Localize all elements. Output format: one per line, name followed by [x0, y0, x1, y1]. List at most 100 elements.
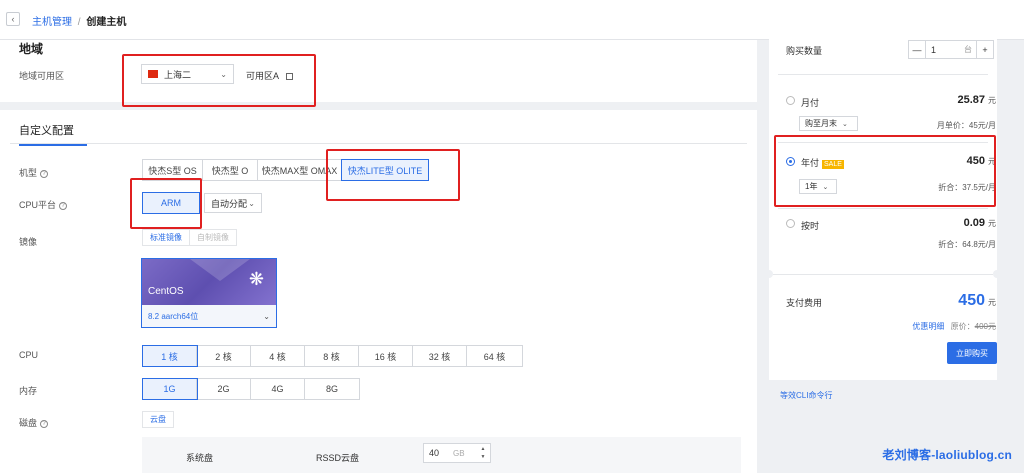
memory-option-2g[interactable]: 2G: [197, 379, 251, 399]
disk-label: 磁盘?: [19, 416, 49, 429]
watermark: 老刘博客-laoliublog.cn: [882, 448, 1012, 462]
stepper-arrows-icon[interactable]: ▲ ▼: [477, 445, 489, 461]
tab-standard-image[interactable]: 标准镜像: [143, 230, 190, 245]
pay-price-value: 450: [958, 292, 985, 309]
centos-logo-icon: ❋: [248, 269, 264, 289]
cpu-alloc-select[interactable]: 自动分配 ⌄: [204, 193, 262, 213]
monthly-price-unit: 元: [988, 96, 996, 105]
chevron-down-icon: ⌄: [248, 198, 255, 208]
panel-notch-right: [993, 270, 1001, 278]
memory-option-4g[interactable]: 4G: [251, 379, 305, 399]
help-icon[interactable]: ?: [40, 419, 49, 428]
os-banner: CentOS ❋: [142, 259, 276, 305]
cpu-option-1[interactable]: 1 核: [142, 345, 198, 367]
disk-label-text: 磁盘: [19, 418, 38, 428]
help-icon[interactable]: ?: [40, 169, 49, 178]
cli-command-link[interactable]: 等效CLI命令行: [780, 390, 832, 401]
qty-stepper: — 1 台 +: [908, 40, 994, 59]
pay-price-unit: 元: [988, 298, 996, 307]
cpu-option-8[interactable]: 8 核: [305, 346, 359, 366]
dashed-divider: [773, 274, 993, 275]
model-option-o[interactable]: 快杰型 O: [203, 160, 258, 180]
cpu-option-2[interactable]: 2 核: [197, 346, 251, 366]
cpu-option-4[interactable]: 4 核: [251, 346, 305, 366]
highlight-box-region: [122, 54, 316, 107]
discount-detail-link[interactable]: 优惠明细: [912, 322, 944, 331]
highlight-box-yearly: [774, 135, 996, 207]
memory-option-1g[interactable]: 1G: [142, 378, 198, 400]
cpu-label: CPU: [19, 350, 39, 360]
cpu-alloc-value: 自动分配: [211, 198, 248, 209]
divider: [778, 208, 988, 209]
panel-notch-left: [765, 270, 773, 278]
cpu-platform-label: CPU平台?: [19, 198, 68, 211]
radio-hourly[interactable]: [786, 219, 795, 228]
cpu-option-16[interactable]: 16 核: [359, 346, 413, 366]
pay-price: 450 元: [958, 292, 996, 310]
qty-minus-button[interactable]: —: [908, 40, 926, 59]
region-title: 地域: [19, 42, 44, 56]
qty-plus-button[interactable]: +: [976, 40, 994, 59]
help-icon[interactable]: ?: [59, 201, 68, 210]
cpu-platform-label-text: CPU平台: [19, 200, 57, 210]
model-option-os[interactable]: 快杰S型 OS: [143, 160, 203, 180]
breadcrumb-host-management[interactable]: 主机管理: [32, 17, 72, 28]
original-price: 原价：400元: [951, 322, 996, 331]
banner-decoration: [190, 259, 250, 281]
pay-label: 支付费用: [786, 298, 823, 308]
disk-type[interactable]: RSSD云盘: [316, 451, 359, 464]
memory-option-8g[interactable]: 8G: [305, 379, 359, 399]
os-version-select[interactable]: 8.2 aarch64位 ⌄: [142, 305, 276, 327]
model-label: 机型?: [19, 166, 49, 179]
qty-unit: 台: [964, 45, 972, 54]
memory-label: 内存: [19, 386, 38, 396]
os-image-card[interactable]: CentOS ❋ 8.2 aarch64位 ⌄: [141, 258, 277, 328]
model-option-olite[interactable]: 快杰LITE型 OLITE: [341, 159, 429, 181]
tab-cloud-disk[interactable]: 云盘: [143, 412, 173, 427]
os-version: 8.2 aarch64位: [148, 311, 199, 321]
disk-size-stepper[interactable]: 40 GB ▲ ▼: [423, 443, 491, 463]
qty-value: 1: [931, 44, 937, 55]
monthly-period-select[interactable]: 购至月末 ⌄: [799, 116, 858, 131]
hourly-price-value: 0.09: [963, 217, 985, 229]
region-zone-label: 地域可用区: [19, 71, 65, 81]
hourly-price-unit: 元: [988, 219, 996, 228]
buy-now-button[interactable]: 立即购买: [947, 342, 997, 364]
radio-monthly[interactable]: [786, 96, 795, 105]
plan-hourly-label: 按时: [801, 221, 820, 231]
chevron-left-icon[interactable]: ‹: [6, 12, 20, 26]
monthly-price-value: 25.87: [957, 94, 985, 106]
chevron-down-icon: ⌄: [263, 311, 270, 321]
pay-links: 优惠明细 原价：400元: [912, 321, 996, 332]
chevron-down-icon: ⌄: [842, 120, 848, 128]
region-card: 地域 地域可用区 上海二 ⌄ 可用区A: [0, 40, 757, 102]
monthly-period: 购至月末: [805, 119, 837, 128]
breadcrumb-separator: /: [77, 17, 81, 28]
cpu-option-32[interactable]: 32 核: [413, 346, 467, 366]
system-disk-label: 系统盘: [186, 453, 214, 463]
breadcrumb: 主机管理 / 创建主机: [32, 13, 126, 28]
os-name: CentOS: [148, 286, 184, 297]
image-tabs: 标准镜像 自制镜像: [142, 229, 237, 246]
disk-size-value: 40: [429, 448, 440, 458]
tab-divider: [10, 143, 747, 144]
image-label: 镜像: [19, 237, 38, 247]
hourly-price: 0.09 元: [964, 217, 996, 229]
memory-selector: 1G 2G 4G 8G: [142, 378, 360, 400]
cpu-selector: 1 核 2 核 4 核 8 核 16 核 32 核 64 核: [142, 345, 523, 367]
tab-custom-image[interactable]: 自制镜像: [190, 230, 236, 245]
model-label-text: 机型: [19, 168, 38, 178]
disk-tabs: 云盘: [142, 411, 174, 428]
breadcrumb-current: 创建主机: [86, 17, 127, 28]
monthly-price: 25.87 元: [957, 94, 996, 106]
cpu-platform-arm[interactable]: ARM: [142, 192, 200, 214]
plan-monthly-label: 月付: [801, 98, 820, 108]
original-price-value: 400元: [974, 322, 996, 331]
disk-size-unit: GB: [453, 448, 465, 458]
divider: [778, 74, 988, 75]
cpu-platform-selector: ARM: [142, 192, 200, 214]
original-price-label: 原价：: [950, 322, 975, 331]
monthly-note: 月单价：45元/月: [936, 121, 996, 130]
cpu-option-64[interactable]: 64 核: [467, 346, 522, 366]
qty-input[interactable]: 1 台: [926, 40, 976, 59]
